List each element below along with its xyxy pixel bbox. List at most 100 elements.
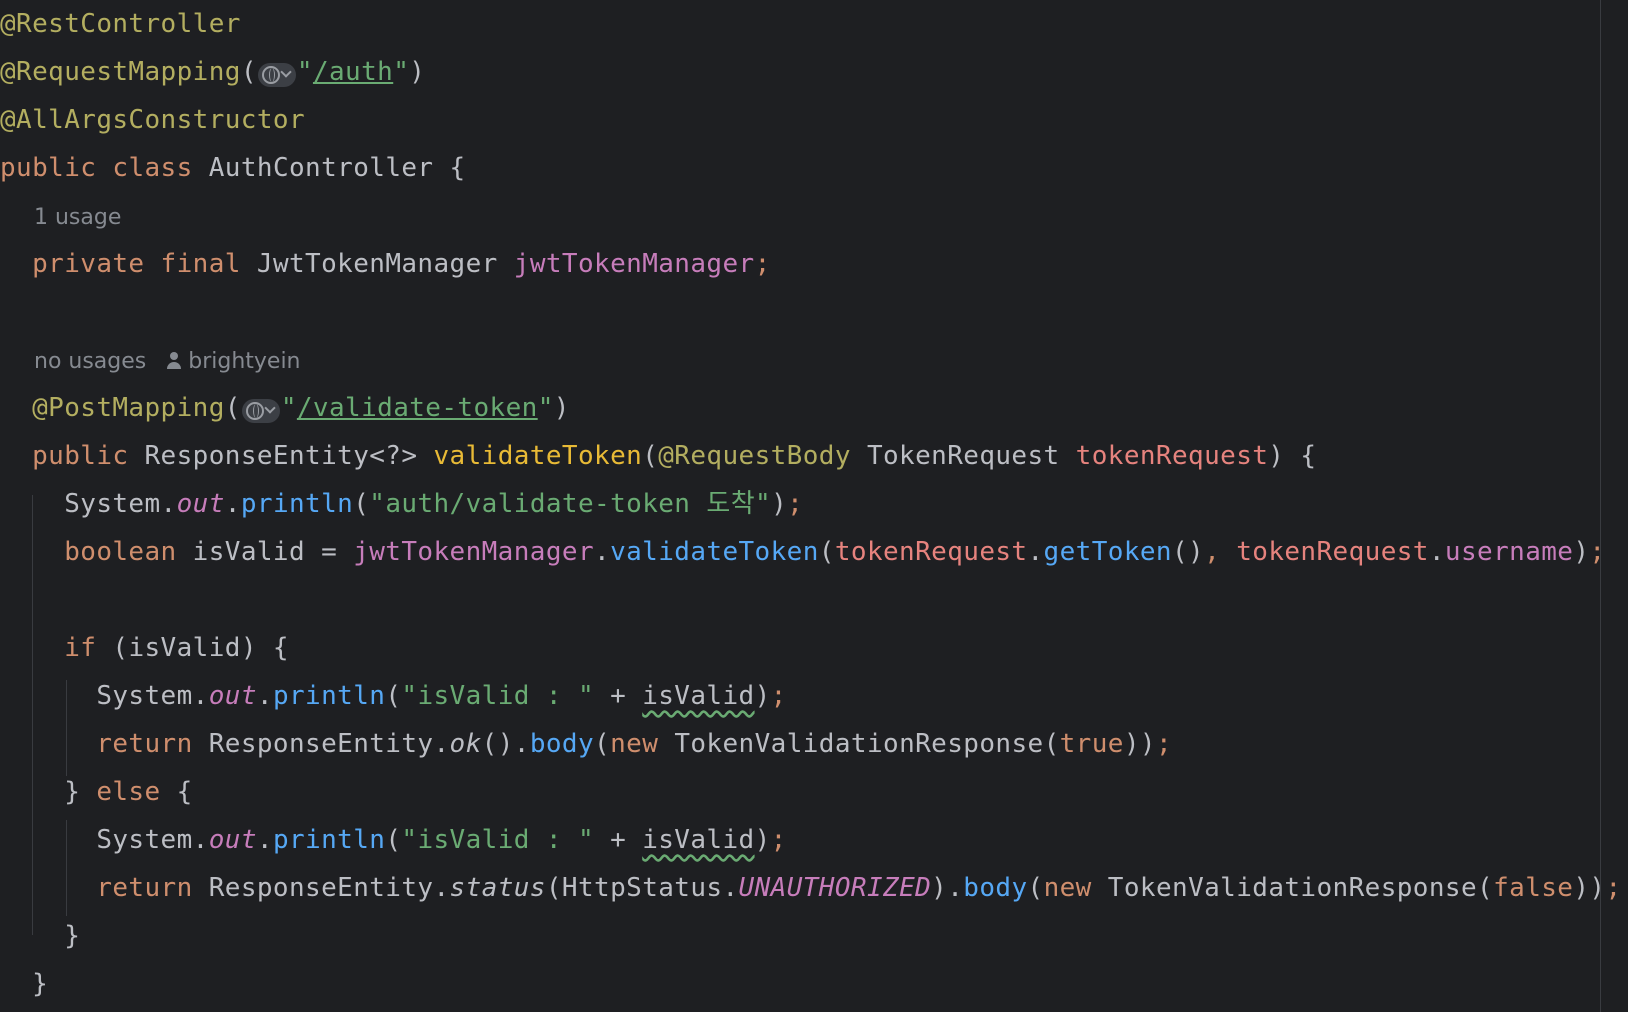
- paren: ): [409, 57, 426, 87]
- field-out: out: [176, 489, 225, 519]
- type-token-validation-response: TokenValidationResponse: [1107, 873, 1478, 903]
- call-println: println: [272, 825, 386, 855]
- type-response-entity-generic: ResponseEntity<?>: [144, 441, 418, 471]
- annotation-all-args-constructor: @AllArgsConstructor: [0, 105, 306, 135]
- chevron-down-icon: [264, 401, 276, 414]
- call-status: status: [449, 873, 546, 903]
- keyword-else: else: [96, 777, 161, 807]
- keyword-public: public: [32, 441, 129, 471]
- code-line-3[interactable]: @AllArgsConstructor: [0, 96, 305, 144]
- usage-count-label[interactable]: 1 usage: [34, 205, 121, 230]
- person-icon: [167, 352, 182, 370]
- param-token-request: tokenRequest: [1075, 441, 1269, 471]
- comma: ,: [1204, 537, 1221, 567]
- author-label[interactable]: brightyein: [188, 349, 300, 374]
- call-body: body: [963, 873, 1028, 903]
- type-token-validation-response: TokenValidationResponse: [674, 729, 1044, 759]
- keyword-new: new: [1043, 873, 1092, 903]
- auth-path-link[interactable]: /auth: [313, 57, 393, 87]
- usage-count-label[interactable]: no usages: [34, 349, 146, 374]
- keyword-class: class: [112, 153, 193, 183]
- code-line-6[interactable]: @PostMapping( "/validate-token"): [0, 384, 570, 432]
- quote: ": [393, 57, 410, 87]
- keyword-return: return: [96, 873, 193, 903]
- usage-hint-method[interactable]: no usages brightyein: [34, 342, 301, 382]
- call-validate-token: validateToken: [610, 537, 819, 567]
- brace: {: [449, 153, 466, 183]
- system-class: System: [96, 825, 193, 855]
- paren-brace: ) {: [1268, 441, 1317, 471]
- code-line-17[interactable]: }: [0, 960, 48, 1008]
- system-class: System: [96, 681, 193, 711]
- code-line-13[interactable]: } else {: [0, 768, 193, 816]
- semicolon: ;: [1155, 729, 1173, 759]
- code-line-8[interactable]: System.out.println("auth/validate-token …: [0, 480, 803, 528]
- annotation-request-body: @RequestBody: [658, 441, 851, 471]
- class-name-auth-controller: AuthController: [208, 153, 434, 183]
- endpoint-pill-auth[interactable]: [257, 62, 296, 87]
- keyword-if: if: [64, 633, 97, 663]
- globe-icon: [245, 401, 264, 420]
- code-line-11[interactable]: System.out.println("isValid : " + isVali…: [0, 672, 787, 720]
- var-is-valid: isValid: [128, 633, 241, 663]
- type-response-entity: ResponseEntity: [208, 729, 434, 759]
- annotation-request-mapping: @RequestMapping: [0, 57, 241, 87]
- quote: ": [537, 393, 554, 423]
- keyword-new: new: [610, 729, 659, 759]
- keyword-true: true: [1059, 729, 1124, 759]
- string-arrival: "auth/validate-token 도착": [369, 489, 772, 519]
- paren: ): [553, 393, 570, 423]
- call-body: body: [529, 729, 595, 759]
- validate-path-link[interactable]: /validate-token: [297, 393, 538, 423]
- paren: (: [642, 441, 659, 471]
- keyword-boolean: boolean: [64, 537, 177, 567]
- call-get-token: getToken: [1043, 537, 1172, 567]
- type-token-request: TokenRequest: [866, 441, 1060, 471]
- param-token-request: tokenRequest: [834, 537, 1028, 567]
- quote: ": [296, 57, 313, 87]
- keyword-final: final: [160, 249, 241, 279]
- code-line-10[interactable]: if (isValid) {: [0, 624, 289, 672]
- annotation-rest-controller: @RestController: [0, 9, 241, 39]
- call-ok: ok: [449, 729, 482, 759]
- code-line-2[interactable]: @RequestMapping( "/auth"): [0, 48, 425, 96]
- code-line-12[interactable]: return ResponseEntity.ok().body(new Toke…: [0, 720, 1172, 768]
- keyword-private: private: [32, 249, 145, 279]
- code-line-16[interactable]: }: [0, 912, 80, 960]
- right-margin-guide: [1600, 0, 1601, 1012]
- string-is-valid: "isValid : ": [401, 825, 595, 855]
- code-editor[interactable]: @RestController @RequestMapping("/auth")…: [0, 0, 1628, 1012]
- usage-hint-field[interactable]: 1 usage: [34, 198, 121, 238]
- code-line-9[interactable]: boolean isValid = jwtTokenManager.valida…: [0, 528, 1605, 576]
- param-token-request: tokenRequest: [1236, 537, 1429, 567]
- field-out: out: [208, 825, 257, 855]
- paren: (: [240, 57, 257, 87]
- quote: ": [280, 393, 297, 423]
- semicolon: ;: [754, 249, 771, 279]
- type-response-entity: ResponseEntity: [208, 873, 434, 903]
- semicolon: ;: [1589, 537, 1606, 567]
- keyword-public: public: [0, 153, 97, 183]
- var-is-valid: isValid: [642, 825, 755, 855]
- code-line-4[interactable]: public class AuthController {: [0, 144, 466, 192]
- var-is-valid: isValid: [642, 681, 755, 711]
- code-line-15[interactable]: return ResponseEntity.status(HttpStatus.…: [0, 864, 1622, 912]
- annotation-post-mapping: @PostMapping: [32, 393, 225, 423]
- semicolon: ;: [770, 681, 787, 711]
- code-line-5[interactable]: private final JwtTokenManager jwtTokenMa…: [0, 240, 771, 288]
- globe-icon: [261, 65, 280, 84]
- type-http-status: HttpStatus: [561, 873, 723, 903]
- field-jwt-token-manager: jwtTokenManager: [513, 249, 755, 279]
- code-line-1[interactable]: @RestController: [0, 0, 241, 48]
- code-line-14[interactable]: System.out.println("isValid : " + isVali…: [0, 816, 787, 864]
- method-decl-validate-token: validateToken: [433, 441, 643, 471]
- endpoint-pill-validate[interactable]: [241, 398, 280, 423]
- semicolon: ;: [770, 825, 787, 855]
- const-unauthorized: UNAUTHORIZED: [738, 873, 932, 903]
- field-out: out: [208, 681, 257, 711]
- code-line-7[interactable]: public ResponseEntity<?> validateToken(@…: [0, 432, 1316, 480]
- type-jwt-token-manager: JwtTokenManager: [256, 249, 498, 279]
- string-is-valid: "isValid : ": [401, 681, 595, 711]
- brace: }: [64, 921, 81, 951]
- paren: (: [224, 393, 241, 423]
